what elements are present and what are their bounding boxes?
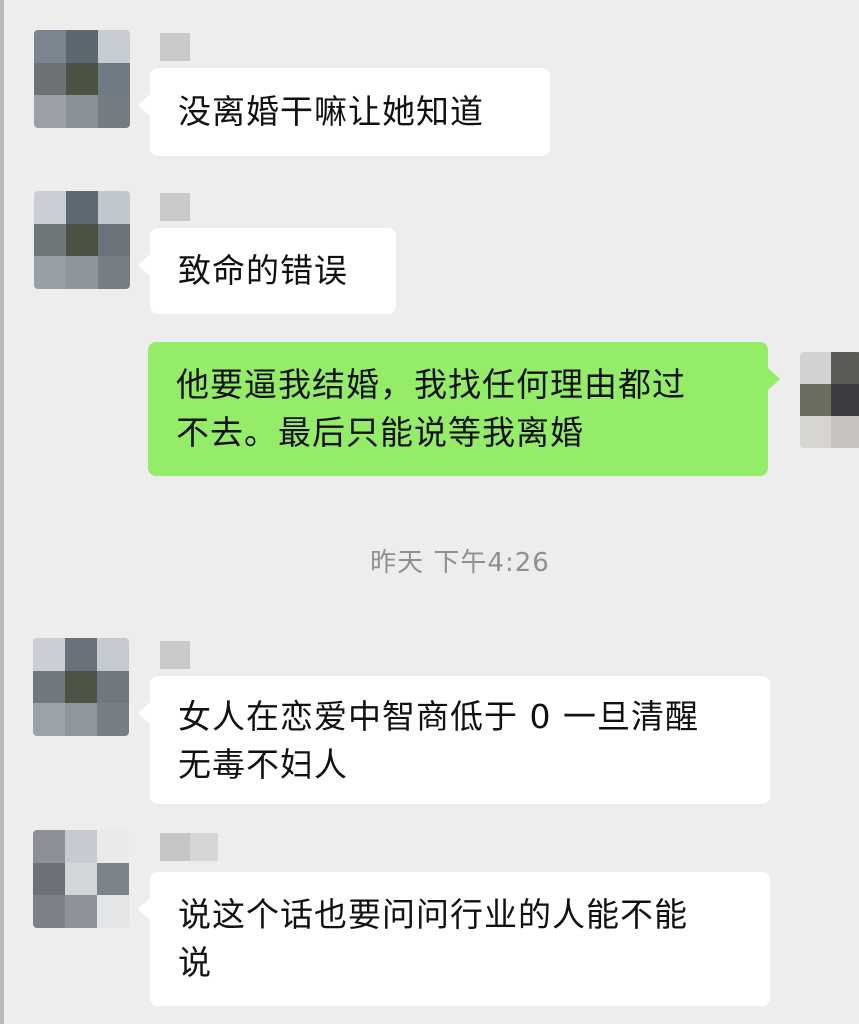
message-text: 致命的错误 xyxy=(178,251,348,290)
my-avatar[interactable] xyxy=(800,352,859,448)
message-bubble-outgoing[interactable]: 他要逼我结婚，我找任何理由都过 不去。最后只能说等我离婚 xyxy=(148,342,780,476)
message-bubble-5[interactable]: 说这个话也要问问行业的人能不能 说 xyxy=(138,872,770,1006)
contact-avatar[interactable] xyxy=(33,638,129,736)
sender-name-blurred xyxy=(160,641,190,669)
message-bubble-2[interactable]: 致命的错误 xyxy=(138,228,396,314)
message-text-line-1: 说这个话也要问问行业的人能不能 xyxy=(178,895,688,934)
contact-avatar[interactable] xyxy=(34,191,130,289)
message-text-line-1: 女人在恋爱中智商低于 0 一旦清醒 xyxy=(178,697,699,736)
message-text: 没离婚干嘛让她知道 xyxy=(178,92,484,131)
message-text-line-2: 不去。最后只能说等我离婚 xyxy=(176,413,584,452)
chat-window: 没离婚干嘛让她知道 致命的错误 他要逼我结婚，我找任何理由都过 不去。最后只能说… xyxy=(0,0,859,1024)
message-text-line-2: 说 xyxy=(178,943,212,982)
message-bubble-1[interactable]: 没离婚干嘛让她知道 xyxy=(138,68,550,156)
sender-name-blurred xyxy=(160,193,190,221)
message-text-line-1: 他要逼我结婚，我找任何理由都过 xyxy=(176,365,686,404)
window-edge xyxy=(0,0,4,1024)
chat-timestamp: 昨天 下午4:26 xyxy=(370,548,550,578)
contact-avatar[interactable] xyxy=(33,830,129,928)
sender-name-blurred xyxy=(160,33,190,61)
message-bubble-4[interactable]: 女人在恋爱中智商低于 0 一旦清醒 无毒不妇人 xyxy=(138,676,770,804)
contact-avatar[interactable] xyxy=(34,30,130,128)
message-text-line-2: 无毒不妇人 xyxy=(178,745,348,784)
sender-name-blurred xyxy=(160,833,218,861)
